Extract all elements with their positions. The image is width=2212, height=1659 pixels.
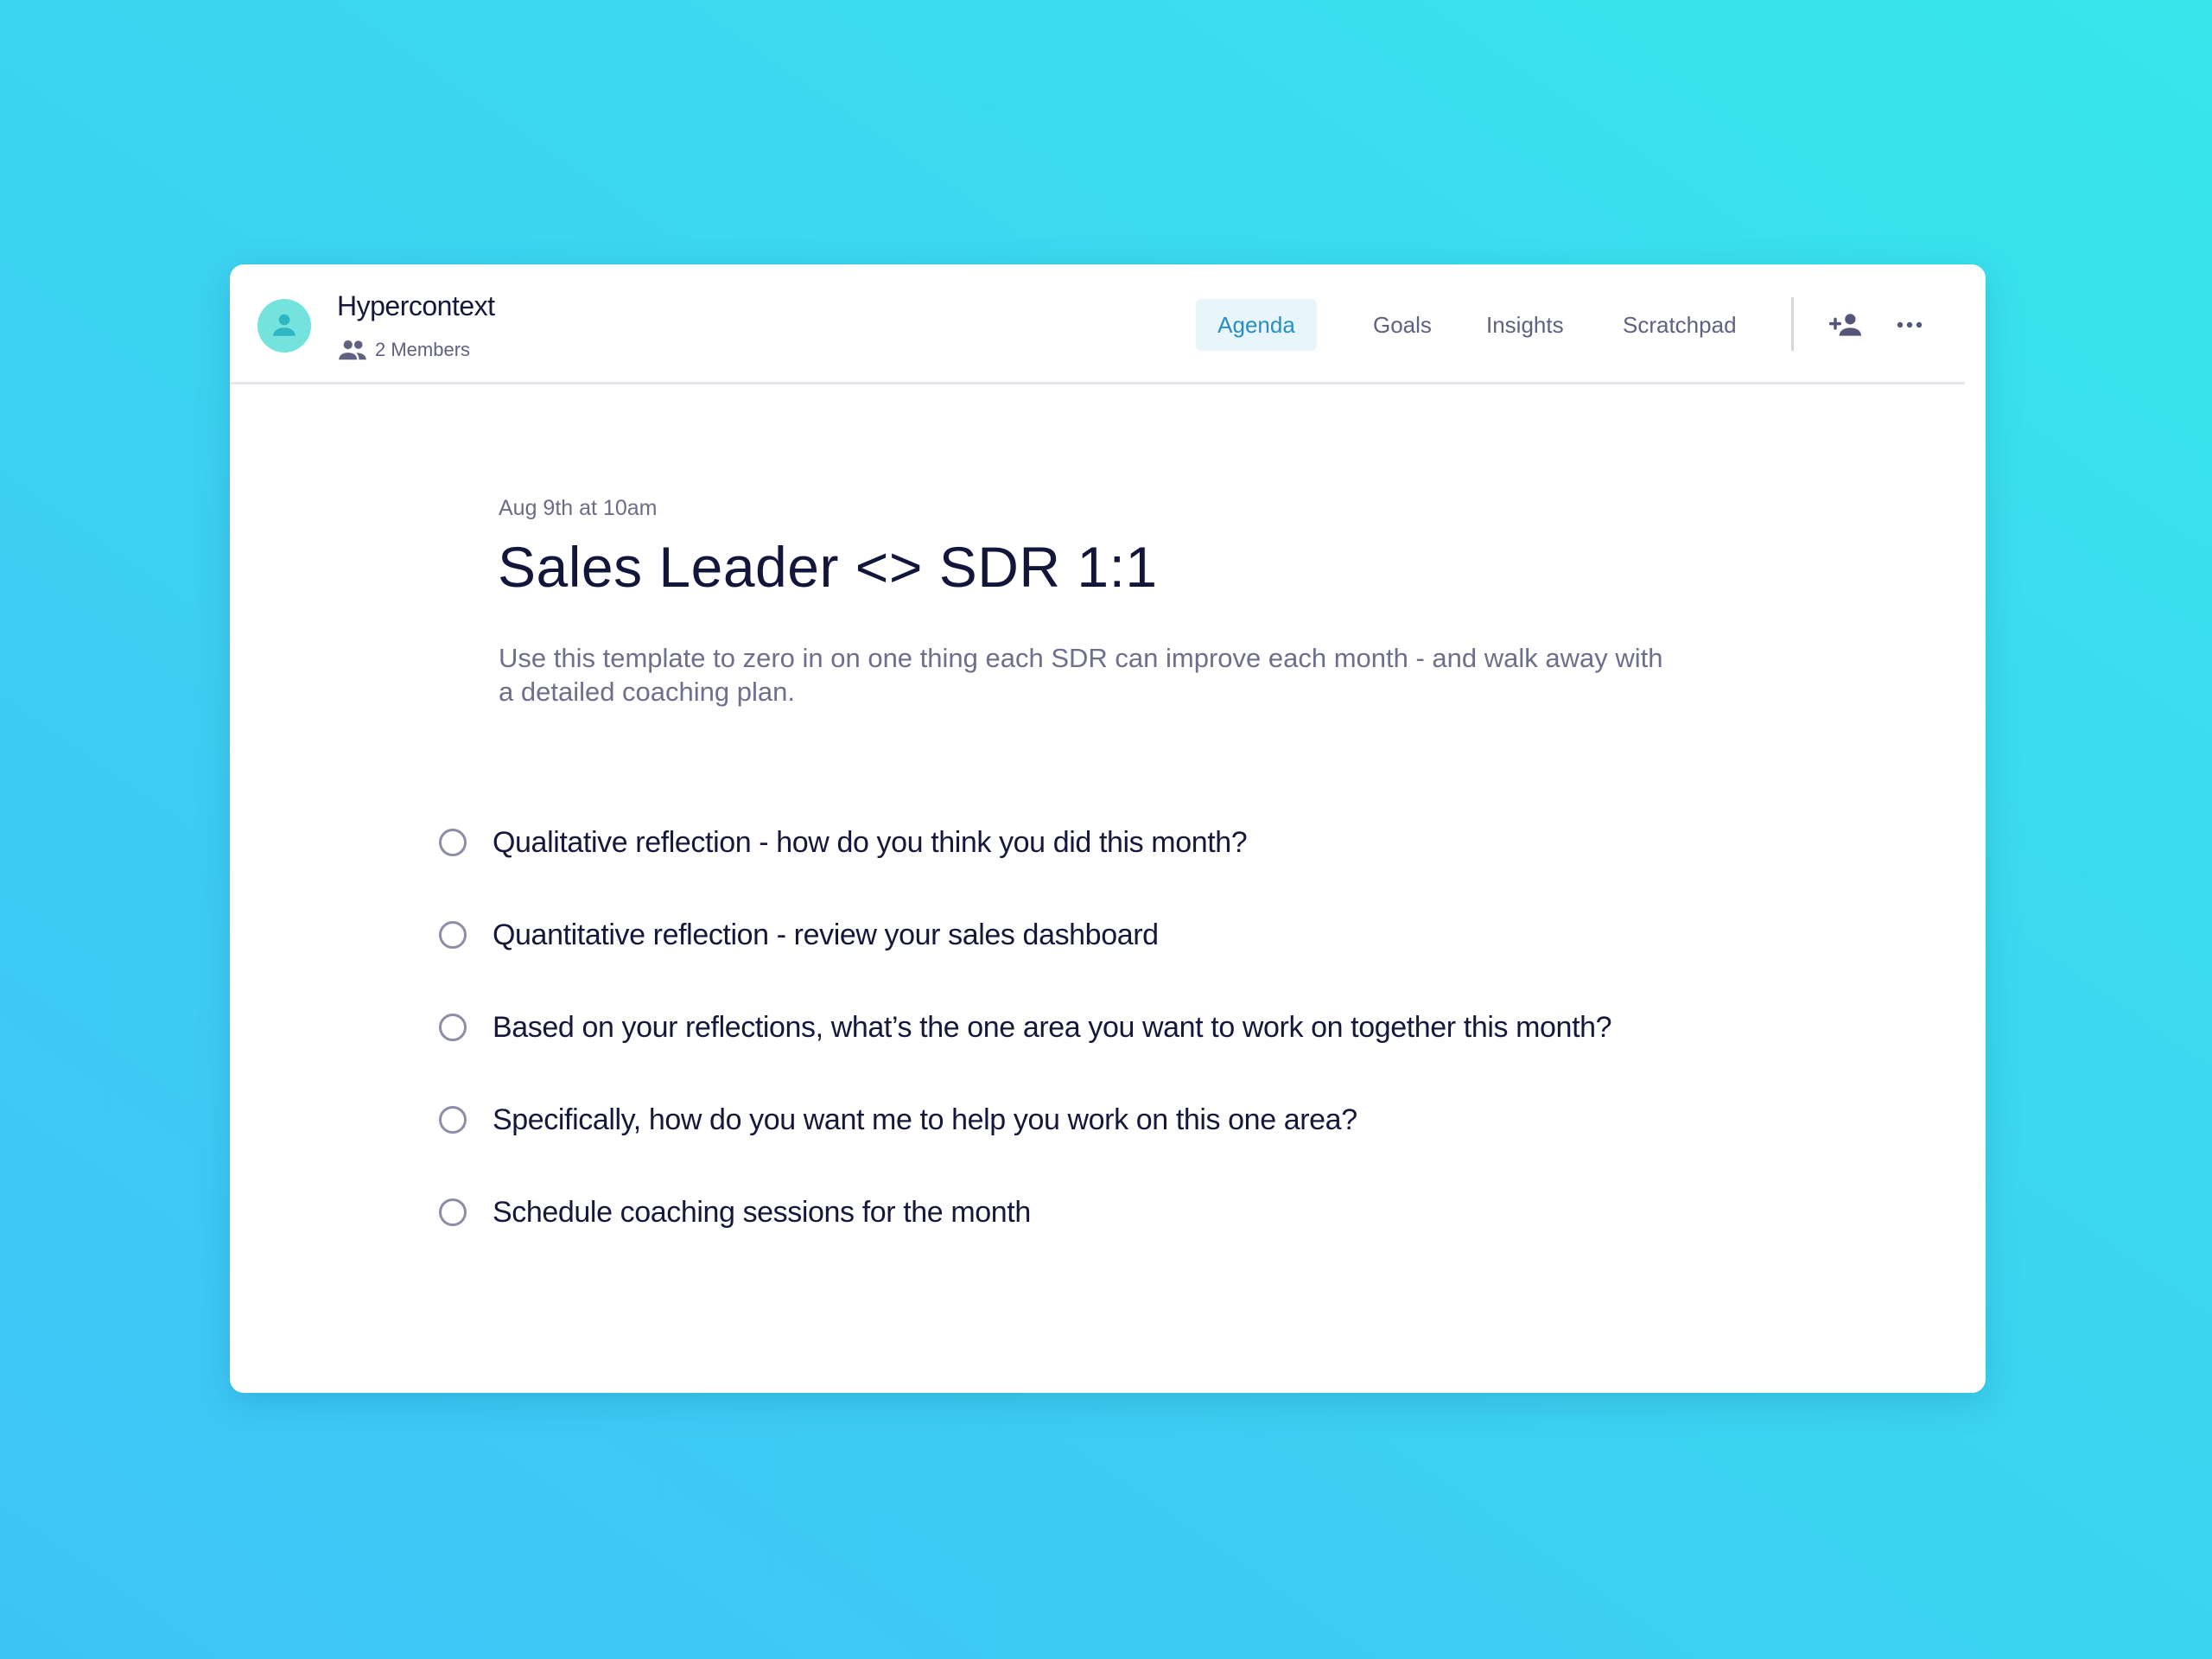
meeting-date: Aug 9th at 10am bbox=[499, 496, 658, 520]
item-checkbox[interactable] bbox=[439, 1198, 467, 1226]
item-checkbox[interactable] bbox=[439, 829, 467, 856]
workspace-avatar[interactable] bbox=[257, 299, 311, 353]
tab-goals[interactable]: Goals bbox=[1373, 299, 1432, 351]
item-checkbox[interactable] bbox=[439, 921, 467, 949]
tab-insights[interactable]: Insights bbox=[1486, 299, 1564, 351]
tab-agenda[interactable]: Agenda bbox=[1196, 299, 1317, 351]
agenda-item-text[interactable]: Quantitative reflection - review your sa… bbox=[493, 918, 1159, 952]
group-icon bbox=[339, 340, 366, 360]
tab-scratchpad[interactable]: Scratchpad bbox=[1623, 299, 1737, 351]
header-divider bbox=[1791, 297, 1794, 351]
more-horizontal-icon bbox=[1897, 321, 1923, 328]
agenda-item[interactable]: Quantitative reflection - review your sa… bbox=[439, 913, 1159, 957]
members-label: 2 Members bbox=[375, 339, 471, 360]
meeting-description: Use this template to zero in on one thin… bbox=[499, 643, 1663, 707]
agenda-item[interactable]: Qualitative reflection - how do you thin… bbox=[439, 821, 1248, 864]
meeting-card: Hypercontext 2 Members Agenda Goals Insi… bbox=[230, 264, 1986, 1393]
agenda-item[interactable]: Schedule coaching sessions for the month bbox=[439, 1191, 1031, 1234]
header-bar: Hypercontext 2 Members Agenda Goals Insi… bbox=[230, 264, 1965, 385]
person-icon bbox=[273, 314, 296, 336]
person-add-icon bbox=[1828, 314, 1861, 336]
agenda-item-text[interactable]: Specifically, how do you want me to help… bbox=[493, 1103, 1357, 1137]
agenda-item-text[interactable]: Schedule coaching sessions for the month bbox=[493, 1196, 1031, 1230]
page-title: Sales Leader <> SDR 1:1 bbox=[498, 535, 1158, 599]
members-count[interactable]: 2 Members bbox=[337, 337, 470, 363]
agenda-item[interactable]: Specifically, how do you want me to help… bbox=[439, 1098, 1357, 1141]
add-member-button[interactable] bbox=[1825, 304, 1866, 346]
workspace-name: Hypercontext bbox=[337, 290, 495, 321]
more-options-button[interactable] bbox=[1889, 304, 1930, 346]
item-checkbox[interactable] bbox=[439, 1014, 467, 1041]
agenda-item-text[interactable]: Qualitative reflection - how do you thin… bbox=[493, 826, 1248, 860]
item-checkbox[interactable] bbox=[439, 1106, 467, 1134]
agenda-item-text[interactable]: Based on your reflections, what’s the on… bbox=[493, 1011, 1612, 1045]
agenda-item[interactable]: Based on your reflections, what’s the on… bbox=[439, 1006, 1612, 1049]
